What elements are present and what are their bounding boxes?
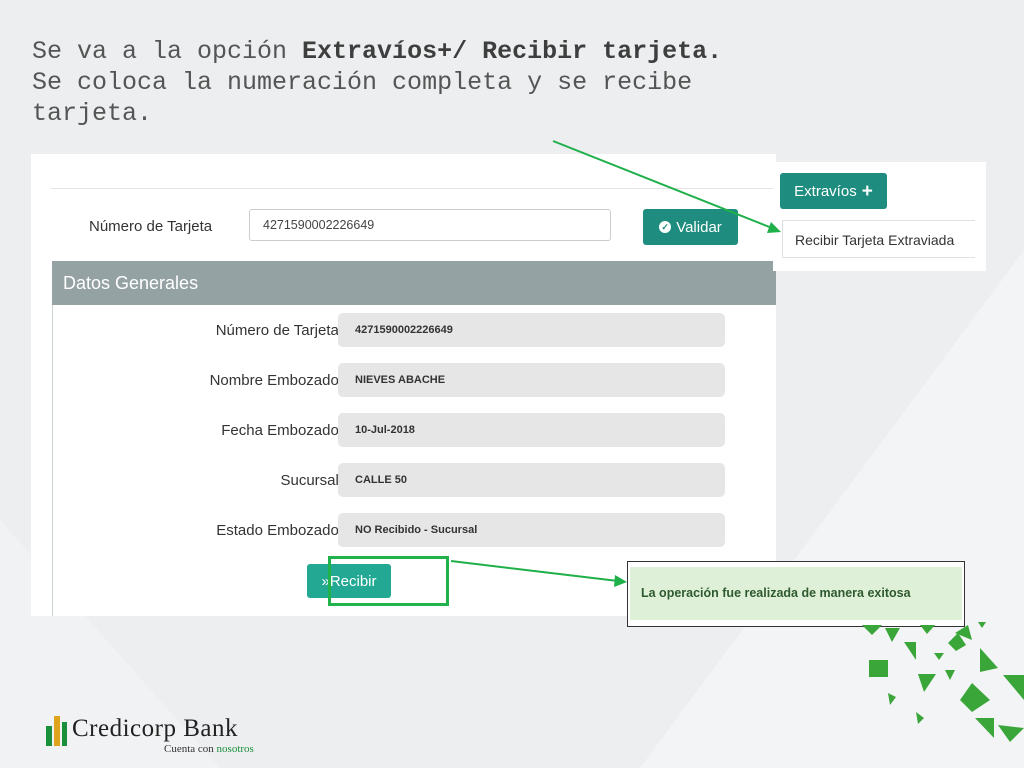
field-row-card-number: Número de Tarjeta: 4271590002226649 [53, 313, 777, 347]
card-receive-panel: Número de Tarjeta ✓ Validar Datos Genera… [31, 154, 776, 616]
field-value-embossed-date: 10-Jul-2018 [338, 413, 725, 447]
menu-item-recibir-tarjeta-extraviada[interactable]: Recibir Tarjeta Extraviada [795, 232, 954, 248]
validate-button[interactable]: ✓ Validar [643, 209, 738, 245]
field-row-embossed-date: Fecha Embozado: 10-Jul-2018 [53, 413, 777, 447]
instructions-text: Se va a la opción Extravíos+/ Recibir ta… [32, 37, 723, 128]
extravios-button-label: Extravíos [794, 182, 857, 200]
card-number-label: Número de Tarjeta [89, 218, 213, 235]
card-number-input[interactable] [249, 209, 611, 241]
receive-button-highlight [328, 556, 449, 606]
field-label: Número de Tarjeta: [215, 322, 343, 339]
field-row-embossed-name: Nombre Embozado: NIEVES ABACHE [53, 363, 777, 397]
datos-generales-header: Datos Generales [52, 261, 776, 305]
success-message: La operación fue realizada de manera exi… [630, 567, 962, 620]
field-label: Estado Embozado: [216, 522, 343, 539]
plus-icon: + [861, 180, 873, 202]
instructions-option-name: Extravíos+/ Recibir tarjeta. [302, 37, 723, 66]
field-row-embossed-status: Estado Embozado: NO Recibido - Sucursal [53, 513, 777, 547]
field-value-embossed-status: NO Recibido - Sucursal [338, 513, 725, 547]
extravios-button[interactable]: Extravíos + [780, 173, 887, 209]
field-value-card-number: 4271590002226649 [338, 313, 725, 347]
field-value-branch: CALLE 50 [338, 463, 725, 497]
credicorp-bank-logo: Credicorp Bank Cuenta con nosotros [46, 712, 276, 758]
bank-tagline: Cuenta con nosotros [164, 743, 254, 755]
field-label: Fecha Embozado: [221, 422, 343, 439]
field-label: Sucursal: [280, 472, 343, 489]
bank-emblem-icon [46, 716, 67, 746]
extravios-menu: Recibir Tarjeta Extraviada [782, 220, 975, 258]
bank-name: Credicorp Bank [72, 715, 238, 742]
field-label: Nombre Embozado: [209, 372, 343, 389]
datos-generales-title: Datos Generales [63, 273, 199, 293]
extravios-dropdown-panel: Extravíos + Recibir Tarjeta Extraviada [773, 162, 986, 271]
success-message-box: La operación fue realizada de manera exi… [627, 561, 965, 627]
field-row-branch: Sucursal: CALLE 50 [53, 463, 777, 497]
decorative-confetti [862, 622, 1024, 742]
field-value-embossed-name: NIEVES ABACHE [338, 363, 725, 397]
top-divider [51, 188, 776, 189]
check-circle-icon: ✓ [659, 221, 672, 233]
validate-button-label: Validar [676, 218, 722, 236]
